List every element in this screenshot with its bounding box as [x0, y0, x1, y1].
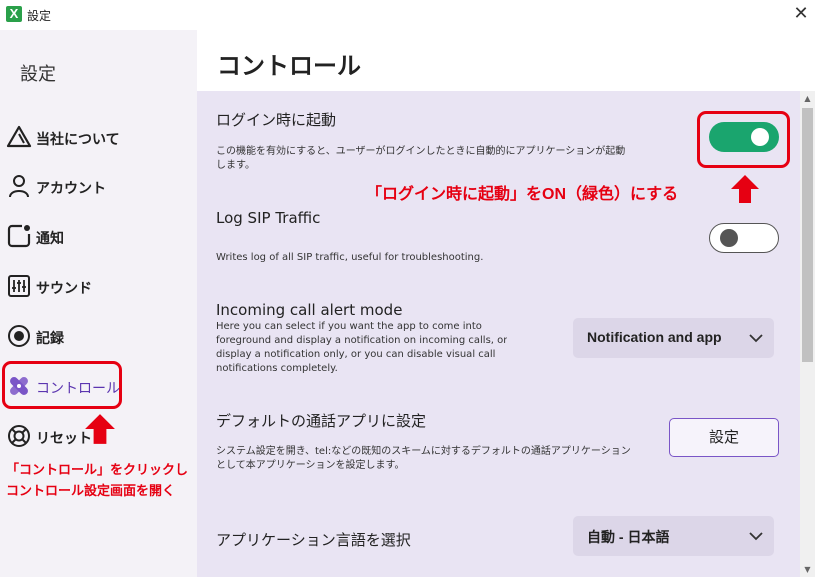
- lifebuoy-icon: [8, 425, 30, 447]
- incoming-alert-select[interactable]: Notification and app: [573, 318, 774, 358]
- setting-title-language: アプリケーション言語を選択: [216, 531, 411, 549]
- sidebar-highlight-box: [2, 361, 122, 409]
- record-icon: [8, 325, 30, 347]
- language-select[interactable]: 自動 - 日本語: [573, 516, 774, 556]
- scrollbar[interactable]: ▲ ▼: [800, 91, 815, 577]
- sidebar-item-label: 記録: [36, 330, 64, 346]
- sidebar-title: 設定: [20, 64, 56, 85]
- notification-icon: [7, 224, 31, 248]
- sidebar-item-label: アカウント: [36, 180, 106, 196]
- setting-desc-incoming-alert: Here you can select if you want the app …: [216, 321, 508, 374]
- scroll-up-arrow-icon[interactable]: ▲: [800, 91, 815, 106]
- window-title: 設定: [27, 9, 52, 23]
- setting-title-incoming-alert: Incoming call alert mode: [216, 301, 403, 319]
- page-title: コントロール: [217, 53, 361, 80]
- select-value: Notification and app: [587, 329, 722, 345]
- toggle-knob: [720, 228, 738, 247]
- chevron-down-icon: [749, 532, 763, 541]
- scroll-down-arrow-icon[interactable]: ▼: [800, 562, 815, 577]
- sidebar-item-label: 当社について: [36, 131, 120, 147]
- arrow-up-icon: [85, 414, 115, 444]
- setting-title-default-app: デフォルトの通話アプリに設定: [216, 412, 427, 430]
- sidebar-item-sound[interactable]: サウンド: [4, 268, 194, 304]
- sidebar-item-label: 通知: [36, 230, 64, 246]
- setting-title-sip-log: Log SIP Traffic: [216, 209, 321, 227]
- sidebar-annotation-line2: コントロール設定画面を開く: [6, 483, 176, 498]
- sip-log-toggle[interactable]: [709, 223, 779, 253]
- close-icon[interactable]: ✕: [790, 4, 812, 26]
- user-icon: [9, 175, 29, 198]
- setting-desc-sip-log: Writes log of all SIP traffic, useful fo…: [216, 252, 484, 263]
- sliders-icon: [8, 275, 30, 297]
- triangle-logo-icon: [6, 125, 32, 148]
- toggle-annotation: 「ログイン時に起動」をON（緑色）にする: [366, 186, 679, 203]
- title-bar: X 設定 ✕: [0, 0, 815, 30]
- app-logo-icon: X: [6, 6, 22, 22]
- sidebar-item-recording[interactable]: 記録: [4, 318, 194, 354]
- setting-title-login-start: ログイン時に起動: [216, 111, 337, 129]
- sidebar-annotation-line1: 「コントロール」をクリックし: [6, 462, 189, 477]
- arrow-up-icon: [731, 175, 759, 203]
- select-value: 自動 - 日本語: [587, 529, 670, 545]
- setting-desc-default-app: システム設定を開き、tel:などの既知のスキームに対するデフォルトの通話アプリケ…: [216, 446, 631, 471]
- setting-desc-login-start: この機能を有効にすると、ユーザーがログインしたときに自動的にアプリケーションが起…: [216, 146, 626, 171]
- toggle-highlight-box: [697, 111, 790, 168]
- sidebar-item-notifications[interactable]: 通知: [4, 218, 194, 254]
- scroll-thumb[interactable]: [802, 108, 813, 362]
- sidebar-item-label: サウンド: [36, 280, 92, 296]
- set-default-app-button[interactable]: 設定: [669, 418, 779, 457]
- sidebar-item-about[interactable]: 当社について: [4, 119, 194, 155]
- sidebar-item-account[interactable]: アカウント: [4, 168, 194, 204]
- chevron-down-icon: [749, 334, 763, 343]
